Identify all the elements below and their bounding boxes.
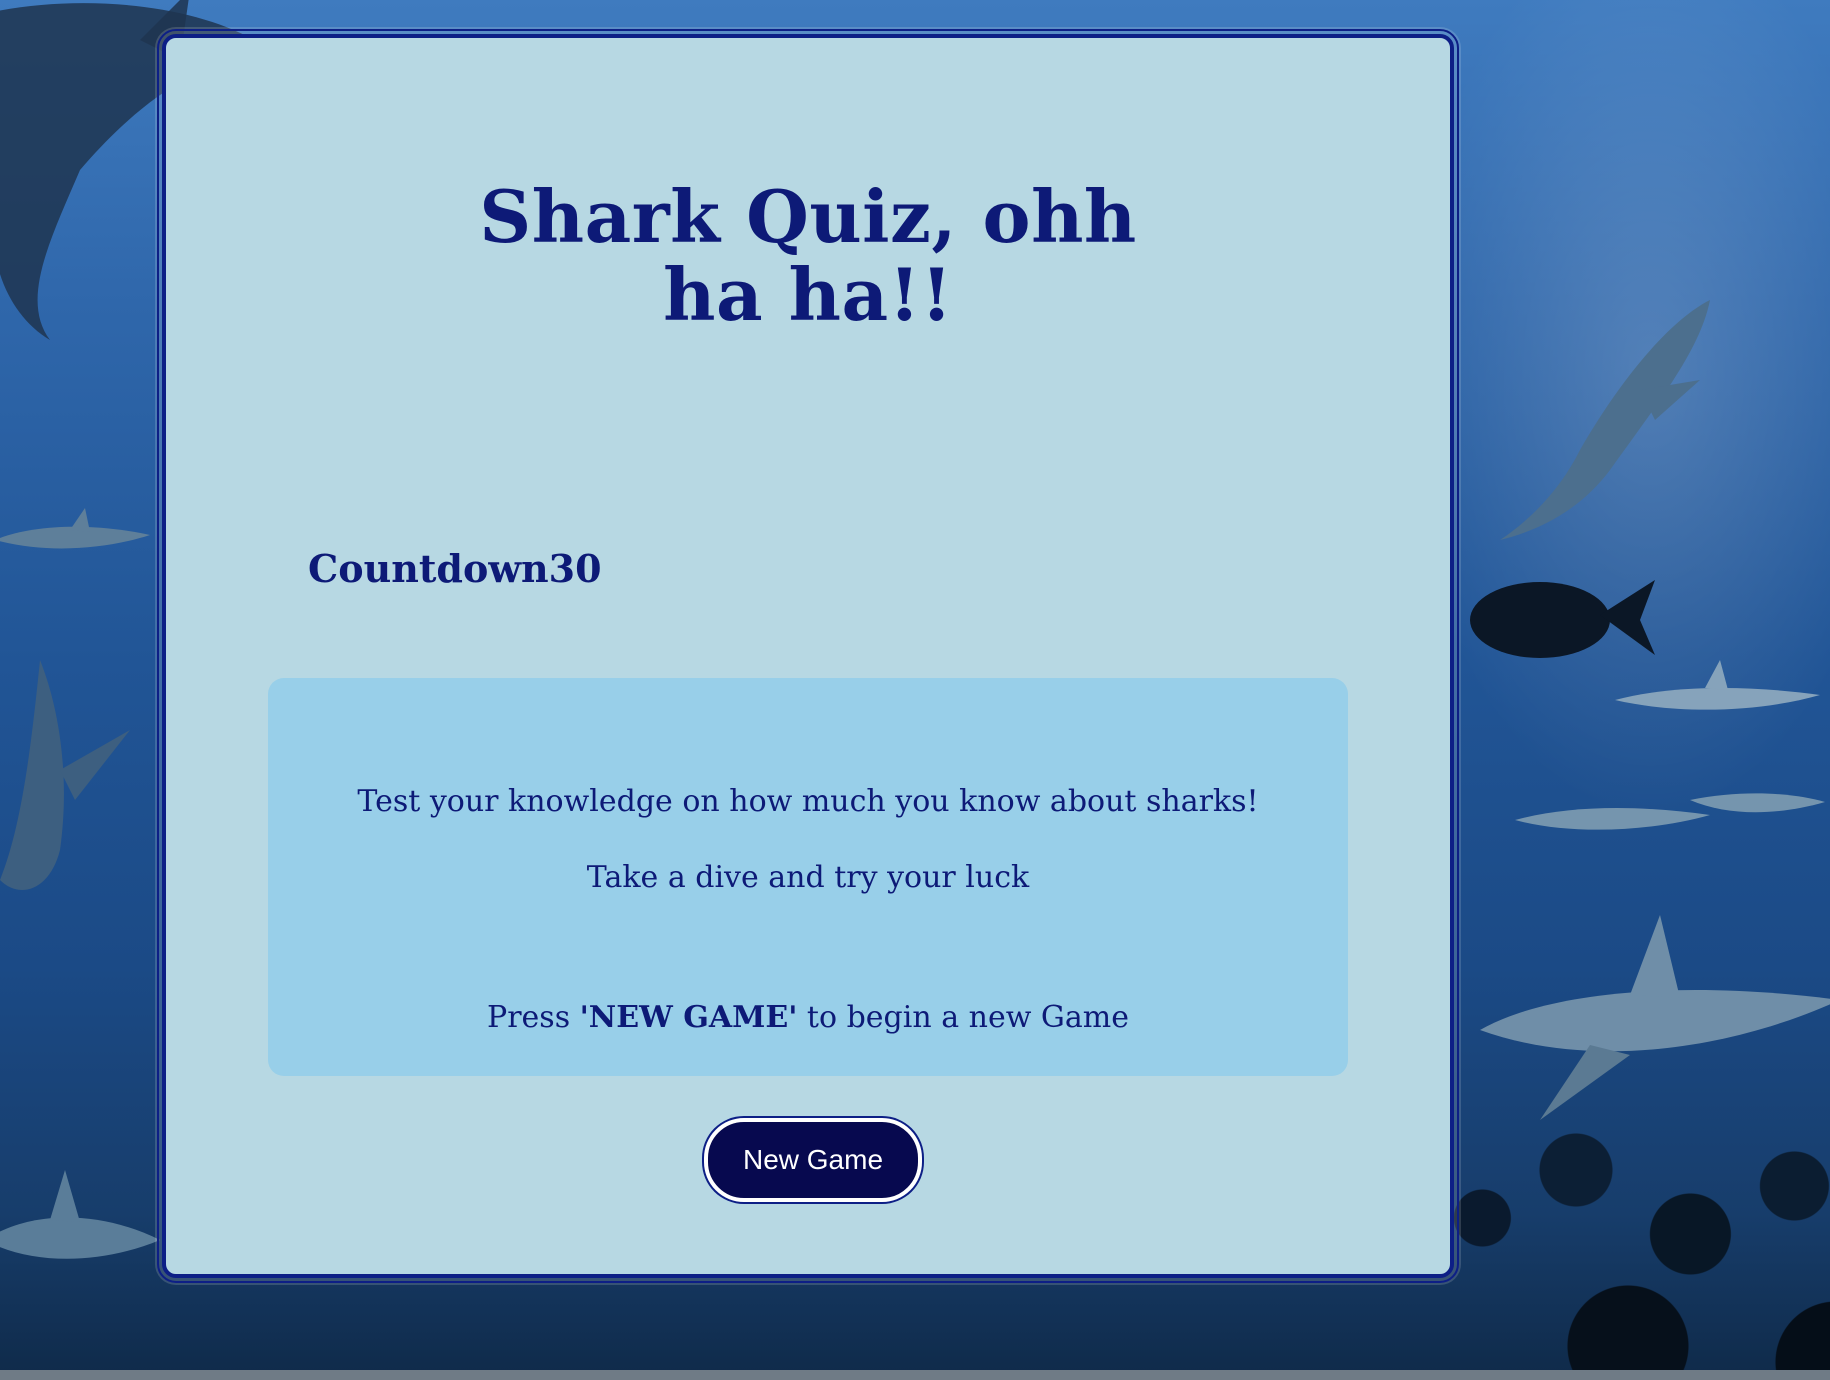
quiz-panel: Shark Quiz, ohh ha ha!! Countdown30 Test… xyxy=(157,29,1459,1283)
bottom-edge-bar xyxy=(0,1370,1830,1380)
page-title: Shark Quiz, ohh ha ha!! xyxy=(479,174,1137,337)
countdown-label: Countdown30 xyxy=(308,546,602,591)
coral-reef xyxy=(1420,1090,1830,1380)
shark-silhouette-left-mid xyxy=(0,508,150,549)
shark-silhouette-right-school xyxy=(1515,793,1825,830)
shark-silhouette-right-top xyxy=(1500,300,1710,540)
shark-silhouette-left-lower xyxy=(0,660,130,890)
shark-silhouette-left-bottom xyxy=(0,1170,160,1259)
intro-line-3-suffix: to begin a new Game xyxy=(797,1000,1129,1035)
intro-box: Test your knowledge on how much you know… xyxy=(268,678,1348,1076)
shark-silhouette-right-mid xyxy=(1615,660,1820,710)
intro-line-2: Take a dive and try your luck xyxy=(586,860,1030,895)
intro-line-3-prefix: Press xyxy=(487,1000,580,1035)
intro-line-3: Press 'NEW GAME' to begin a new Game xyxy=(268,1000,1348,1035)
intro-line-3-emphasis: 'NEW GAME' xyxy=(579,1000,798,1035)
new-game-button[interactable]: New Game xyxy=(704,1118,922,1202)
intro-line-1: Test your knowledge on how much you know… xyxy=(357,784,1259,819)
